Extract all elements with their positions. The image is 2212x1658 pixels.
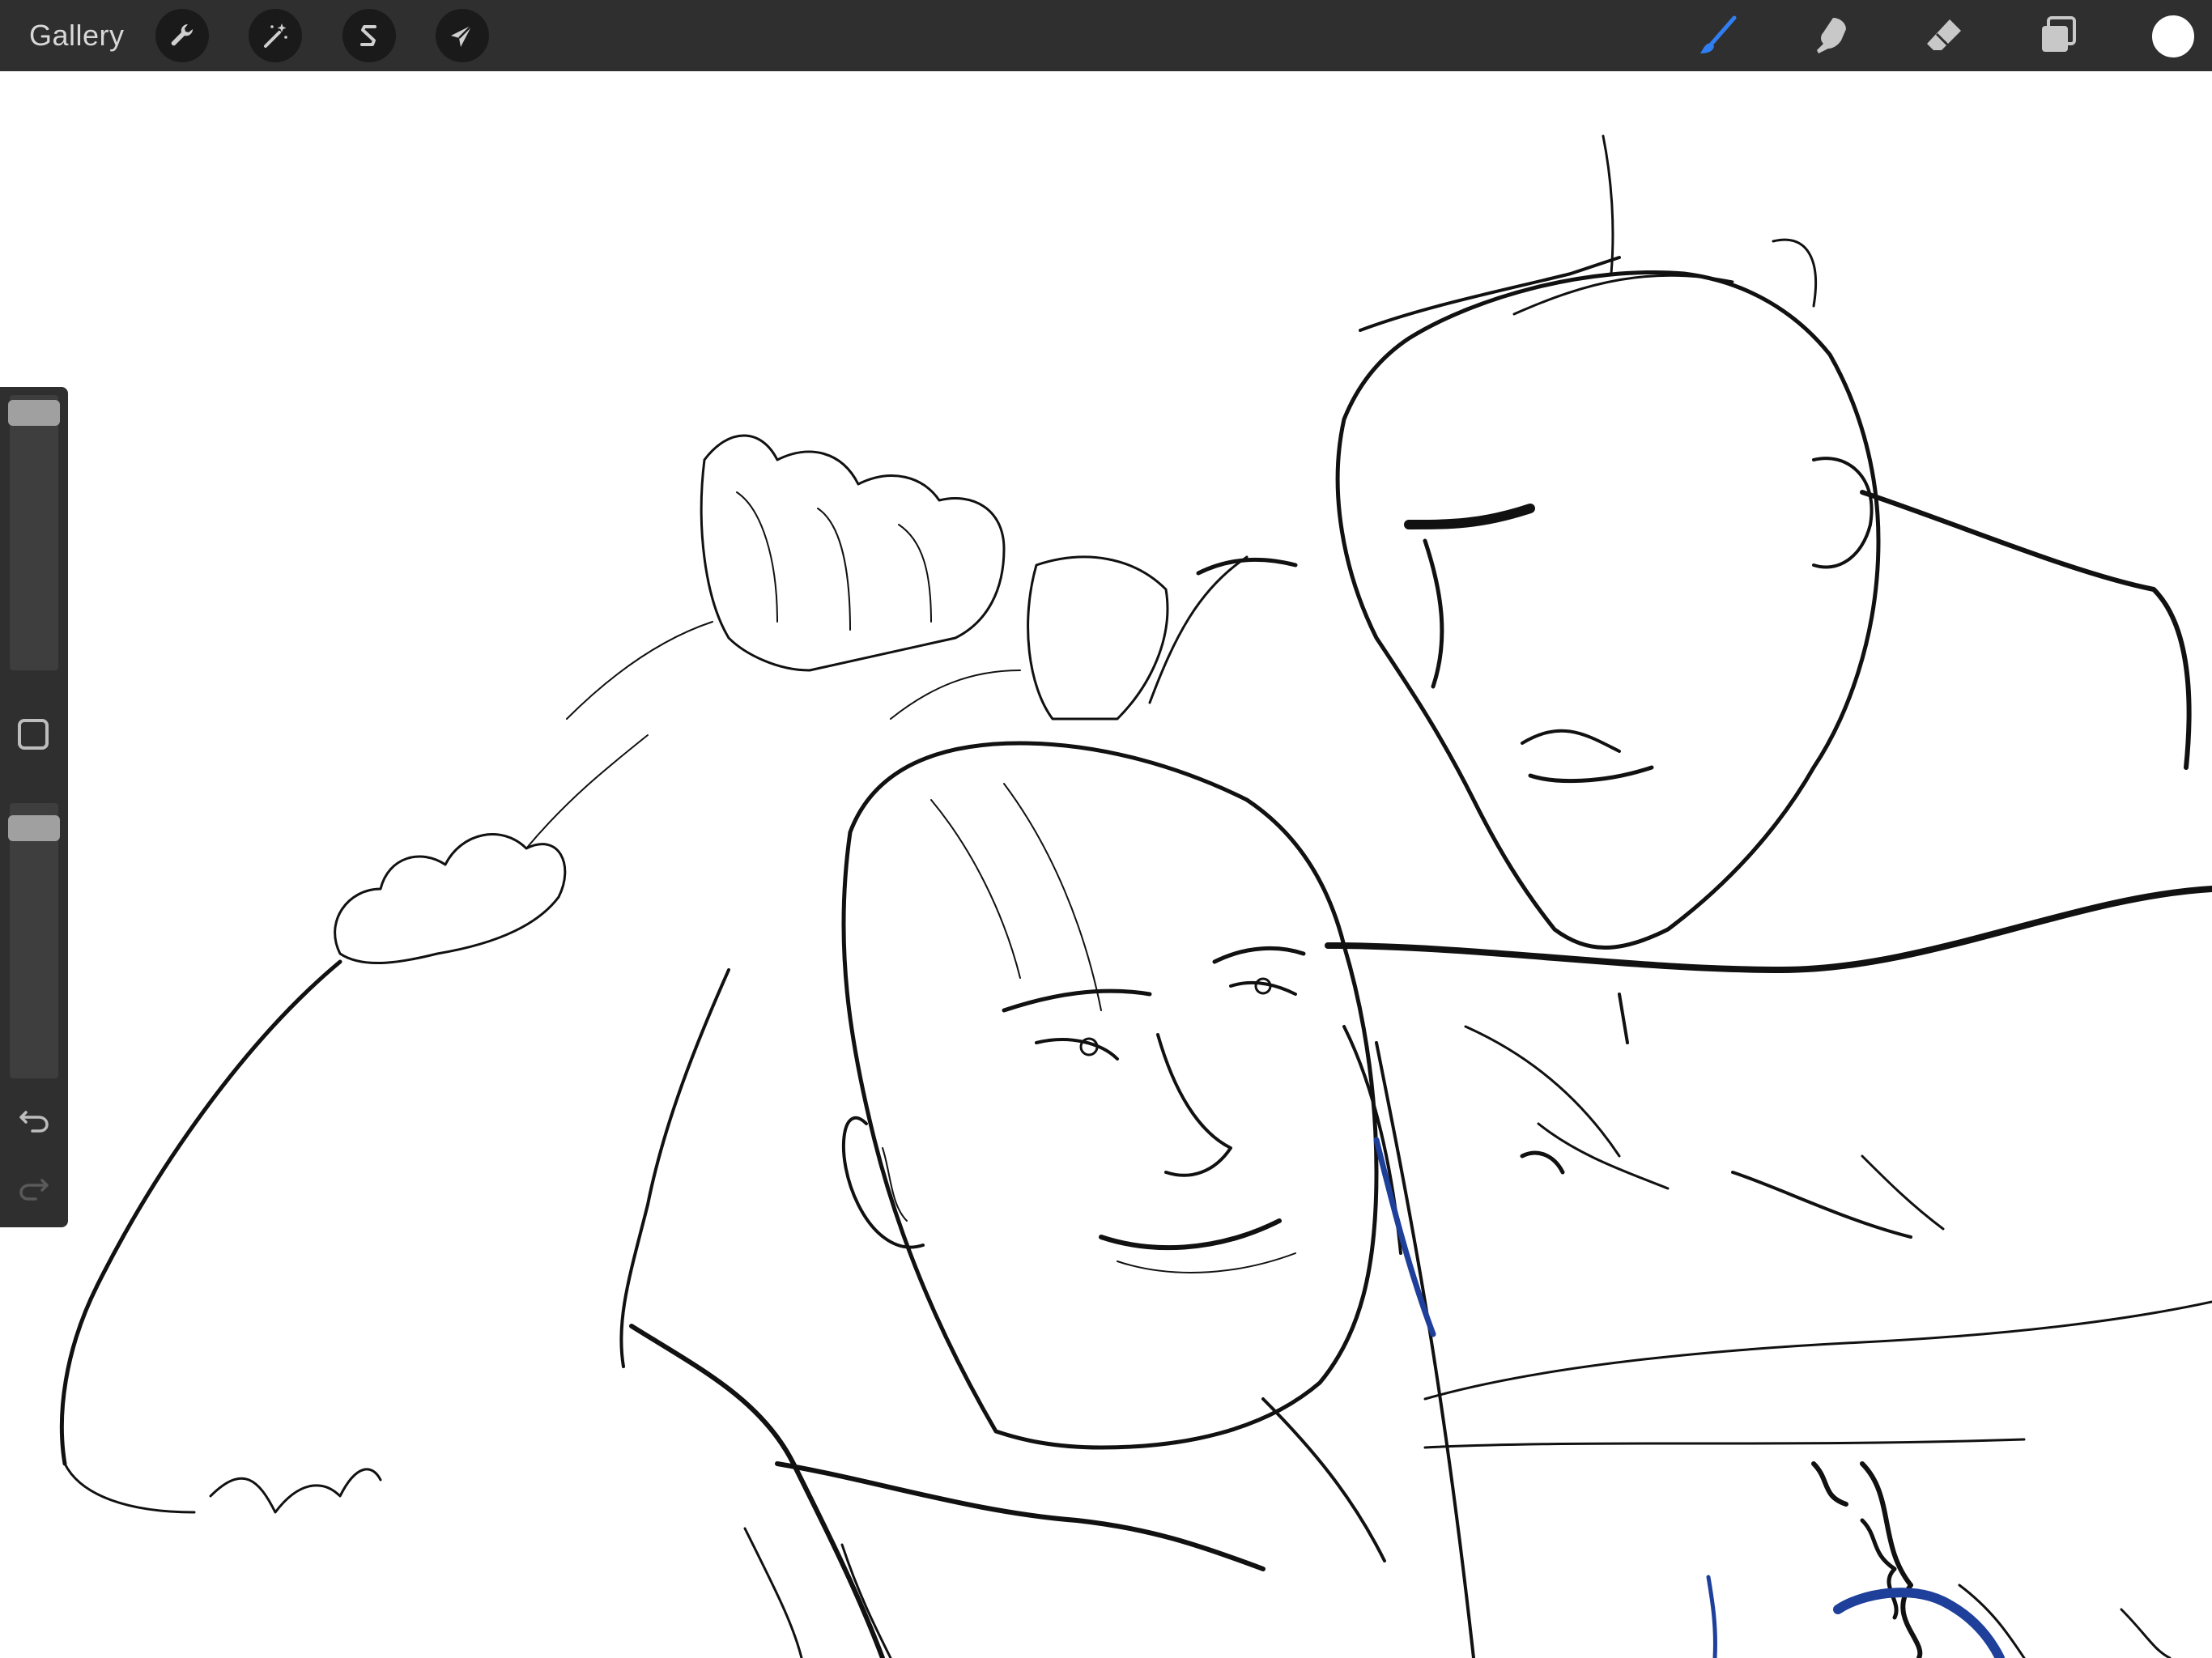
undo-arrow-icon xyxy=(19,1111,49,1133)
undo-button[interactable] xyxy=(15,1099,53,1138)
sketch-artwork xyxy=(59,134,2212,1658)
brush-sidebar xyxy=(0,387,68,1227)
modify-button[interactable] xyxy=(18,719,49,750)
brush-opacity-thumb[interactable] xyxy=(8,815,60,841)
brush-icon xyxy=(1700,15,1737,53)
arrow-cursor-icon xyxy=(451,24,473,47)
eraser-tool-button[interactable] xyxy=(1921,11,1969,60)
brush-size-thumb[interactable] xyxy=(8,400,60,426)
redo-button[interactable] xyxy=(15,1167,53,1206)
color-picker-button[interactable] xyxy=(2150,14,2196,59)
brush-tool-button[interactable] xyxy=(1694,11,1742,60)
brush-opacity-slider[interactable] xyxy=(8,803,60,1078)
drawing-canvas[interactable] xyxy=(0,71,2212,1658)
smudge-tool-button[interactable] xyxy=(1807,11,1856,60)
smudge-finger-icon xyxy=(1817,18,1846,53)
brush-size-slider[interactable] xyxy=(8,395,60,670)
selection-button[interactable] xyxy=(342,9,396,62)
layers-icon xyxy=(2042,16,2076,52)
eraser-icon xyxy=(1927,19,1961,50)
gallery-button[interactable]: Gallery xyxy=(29,18,125,53)
adjustments-button[interactable] xyxy=(249,9,302,62)
wrench-icon xyxy=(171,23,194,46)
top-toolbar: Gallery xyxy=(0,0,2212,71)
actions-button[interactable] xyxy=(155,9,209,62)
transform-button[interactable] xyxy=(436,9,489,62)
selection-s-icon xyxy=(360,25,376,46)
layers-button[interactable] xyxy=(2034,11,2082,60)
magic-wand-icon xyxy=(264,23,287,48)
redo-arrow-icon xyxy=(19,1179,49,1201)
